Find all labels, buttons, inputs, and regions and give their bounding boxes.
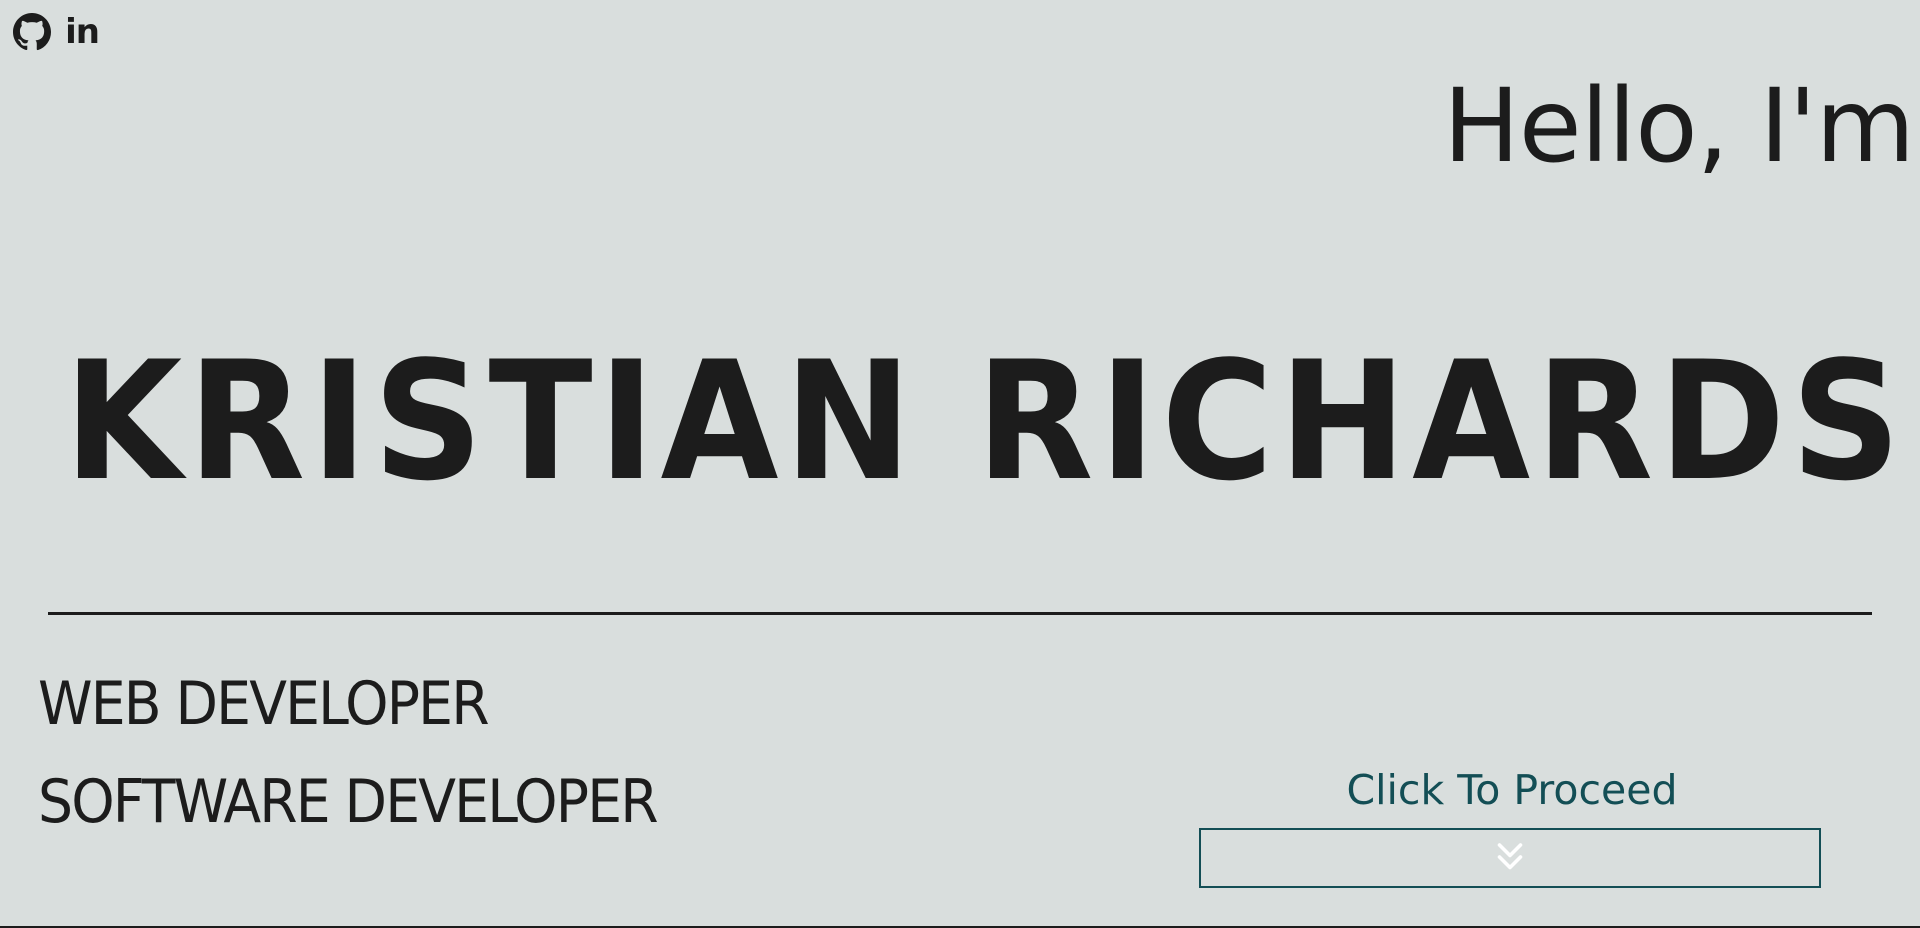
- linkedin-icon: in: [65, 12, 100, 52]
- landing-page: in Hello, I'm KRISTIAN RICHARDS WEB DEVE…: [0, 0, 1920, 928]
- role-software-developer: SOFTWARE DEVELOPER: [38, 767, 659, 837]
- linkedin-link[interactable]: in: [62, 14, 102, 50]
- proceed-label: Click To Proceed: [1346, 766, 1678, 814]
- greeting-text: Hello, I'm: [1443, 67, 1915, 186]
- proceed-button[interactable]: [1199, 828, 1821, 888]
- double-chevron-down-icon: [1492, 839, 1528, 878]
- social-links: in: [12, 13, 102, 51]
- name-heading: KRISTIAN RICHARDS: [64, 326, 1907, 517]
- github-icon: [13, 13, 51, 51]
- github-link[interactable]: [12, 13, 52, 51]
- divider-line: [48, 612, 1872, 615]
- role-web-developer: WEB DEVELOPER: [38, 669, 490, 739]
